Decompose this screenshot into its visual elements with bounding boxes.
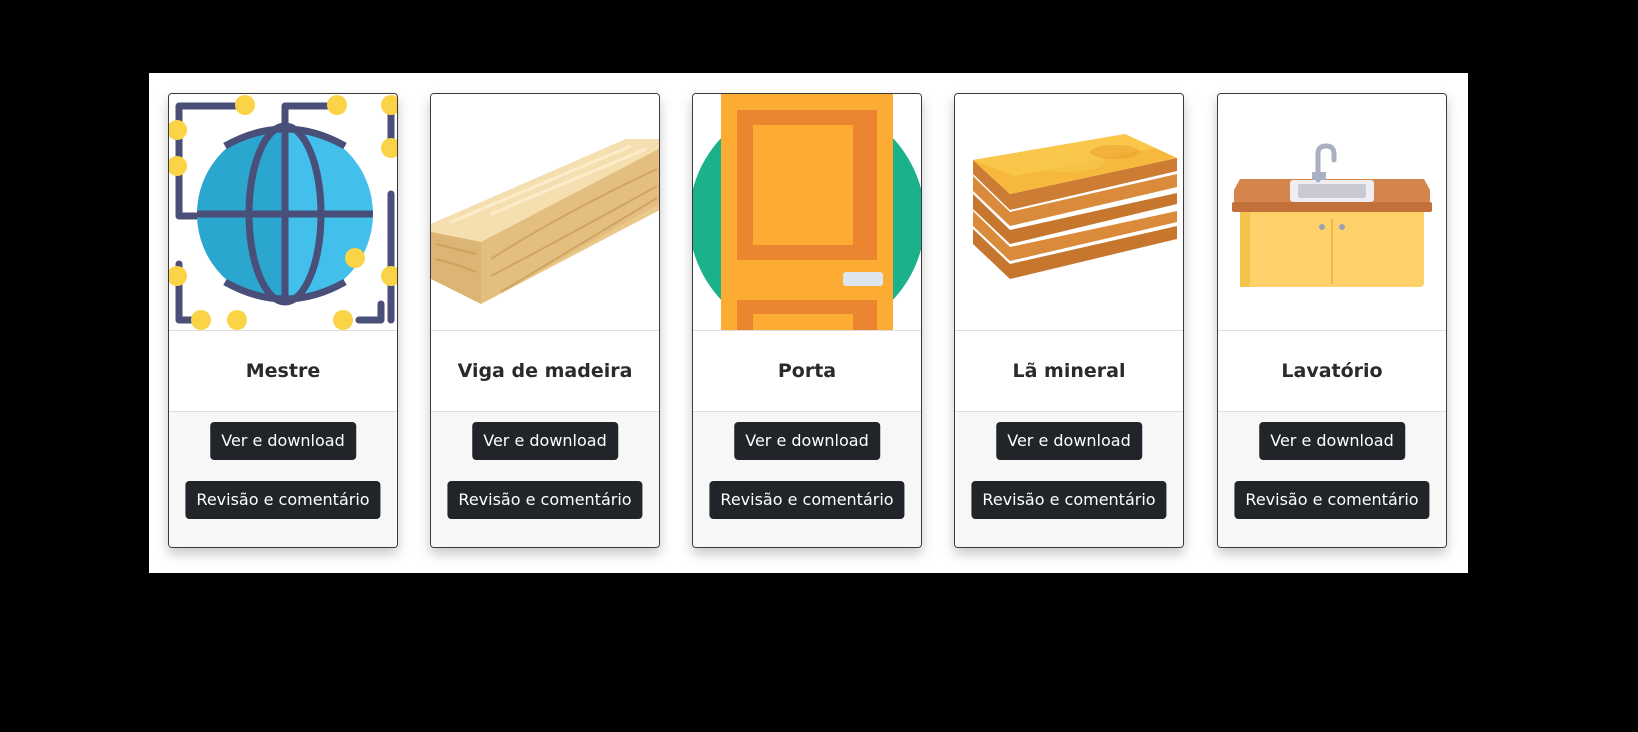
review-comment-button[interactable]: Revisão e comentário	[447, 481, 643, 519]
card-footer: Ver e download Revisão e comentário	[431, 412, 659, 547]
card-image	[1218, 94, 1446, 331]
view-download-button[interactable]: Ver e download	[1259, 422, 1405, 460]
card-image	[431, 94, 659, 331]
card-title: Mestre	[169, 331, 397, 412]
card-title: Lavatório	[1218, 331, 1446, 412]
card-image	[955, 94, 1183, 331]
card-image	[169, 94, 397, 331]
view-download-button[interactable]: Ver e download	[734, 422, 880, 460]
sink-cabinet-icon	[1232, 143, 1432, 287]
card-title: Lã mineral	[955, 331, 1183, 412]
view-download-button[interactable]: Ver e download	[210, 422, 356, 460]
card-footer: Ver e download Revisão e comentário	[1218, 412, 1446, 547]
review-comment-button[interactable]: Revisão e comentário	[971, 481, 1167, 519]
card-viga-de-madeira: Viga de madeira Ver e download Revisão e…	[430, 93, 660, 548]
card-title: Viga de madeira	[431, 331, 659, 412]
card-image	[693, 94, 921, 331]
view-download-button[interactable]: Ver e download	[996, 422, 1142, 460]
card-porta: Porta Ver e download Revisão e comentári…	[692, 93, 922, 548]
card-title: Porta	[693, 331, 921, 412]
card-grid-panel: Mestre Ver e download Revisão e comentár…	[149, 73, 1468, 573]
card-la-mineral: Lã mineral Ver e download Revisão e come…	[954, 93, 1184, 548]
review-comment-button[interactable]: Revisão e comentário	[709, 481, 905, 519]
wooden-beam-icon	[431, 139, 659, 304]
card-footer: Ver e download Revisão e comentário	[693, 412, 921, 547]
card-footer: Ver e download Revisão e comentário	[955, 412, 1183, 547]
card-footer: Ver e download Revisão e comentário	[169, 412, 397, 547]
globe-network-icon	[169, 95, 397, 330]
review-comment-button[interactable]: Revisão e comentário	[1234, 481, 1430, 519]
view-download-button[interactable]: Ver e download	[472, 422, 618, 460]
card-mestre: Mestre Ver e download Revisão e comentár…	[168, 93, 398, 548]
mineral-wool-icon	[973, 134, 1177, 279]
card-lavatorio: Lavatório Ver e download Revisão e comen…	[1217, 93, 1447, 548]
door-icon	[693, 94, 921, 330]
review-comment-button[interactable]: Revisão e comentário	[185, 481, 381, 519]
